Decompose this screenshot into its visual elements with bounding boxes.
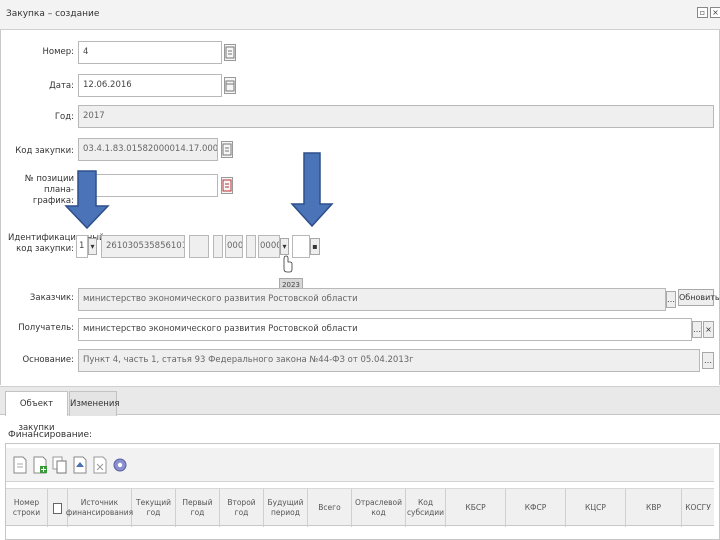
tab-obekt-zakupki[interactable]: Объект закупки [5,391,68,433]
delete-doc-icon[interactable] [92,456,108,474]
osnovanie-input: Пункт 4, часть 1, статья 93 Федерального… [78,349,700,372]
window-titlebar: Закупка – создание ▫ × [0,0,720,30]
ikz-part1-input[interactable] [189,235,209,258]
kod-zakupki-label: Код закупки: [15,146,74,156]
financing-grid-header: Номер строки Источник финансирования Тек… [6,488,714,527]
pozitsiya-select-icon[interactable] [221,177,233,194]
zakazchik-input: министерство экономического развития Рос… [78,288,666,311]
ikz-sep2 [246,235,256,258]
poluchatel-label: Получатель: [18,323,74,333]
kod-generate-icon[interactable] [221,141,233,158]
zakazchik-select-icon[interactable]: … [666,291,676,308]
financing-toolbar [6,448,714,482]
column-header[interactable]: Всего [308,489,352,527]
column-header[interactable]: КВР [626,489,682,527]
ikz-part3-spinner-icon[interactable]: ▾ [280,238,289,255]
osnovanie-select-icon[interactable]: … [702,352,714,369]
kod-zakupki-input: 03.4.1.83.01582000014.17.0003 [78,138,218,161]
ikz-part4-input[interactable] [292,235,310,258]
mouse-pointer-icon [283,255,293,273]
calendar-icon[interactable] [224,77,236,94]
ikz-prefix-input[interactable]: 1 [76,235,88,258]
column-header[interactable]: КЦСР [566,489,626,527]
osnovanie-label: Основание: [22,355,74,365]
gear-icon[interactable] [112,456,128,474]
data-label: Дата: [49,81,74,91]
ikz-part4-dropdown-icon[interactable]: ▪ [310,238,320,255]
move-up-doc-icon[interactable] [72,456,88,474]
god-label: Год: [54,112,74,122]
maximize-button[interactable]: ▫ [697,7,708,18]
copy-doc-icon[interactable] [52,456,68,474]
tab-izmeneniya[interactable]: Изменения [69,391,120,416]
ikz-sep1 [213,235,223,258]
ikz-label: Идентификационный код закупки: [8,233,105,254]
column-header[interactable]: КФСР [506,489,566,527]
column-header[interactable]: Первый год [176,489,220,527]
god-input: 2017 [78,105,714,128]
column-header[interactable]: Код субсидии [406,489,446,527]
column-header[interactable]: Отраслевой код [352,489,406,527]
tabs-bar: Объект закупки Изменения [0,386,720,433]
poluchatel-select-icon[interactable]: … [692,321,702,338]
window-title: Закупка – создание [6,9,100,19]
data-input[interactable]: 12.06.2016 [78,74,222,97]
poluchatel-input[interactable]: министерство экономического развития Рос… [78,318,692,341]
ikz-part3-input: 0000 [258,235,280,258]
poluchatel-clear-icon[interactable]: × [703,321,714,338]
zakazchik-refresh-button[interactable]: Обновить [678,289,720,306]
column-header[interactable]: Будущий период [264,489,308,527]
ikz-part2-input: 000 [225,235,243,258]
column-header[interactable]: КБСР [446,489,506,527]
down-arrow-icon [64,170,110,230]
close-button[interactable]: × [710,7,720,18]
column-header[interactable]: Источник финансирования [66,489,133,527]
ikz-code-input: 261030535856101001 [101,235,185,258]
zakazchik-label: Заказчик: [29,293,74,303]
nomer-label: Номер: [42,47,75,57]
financing-label: Финансирование: [8,430,93,440]
nomer-input[interactable]: 4 [78,41,222,64]
edit-doc-icon[interactable] [12,456,28,474]
column-header[interactable]: Текущий год [132,489,176,527]
ikz-prefix-dropdown-icon[interactable]: ▾ [88,238,97,255]
column-header[interactable]: КОСГУ [682,489,714,527]
column-header[interactable]: Номер строки [6,489,48,527]
add-doc-icon[interactable] [32,456,48,474]
nomer-generate-icon[interactable] [224,44,236,61]
column-header[interactable]: Второй год [220,489,264,527]
down-arrow-icon [290,152,334,228]
